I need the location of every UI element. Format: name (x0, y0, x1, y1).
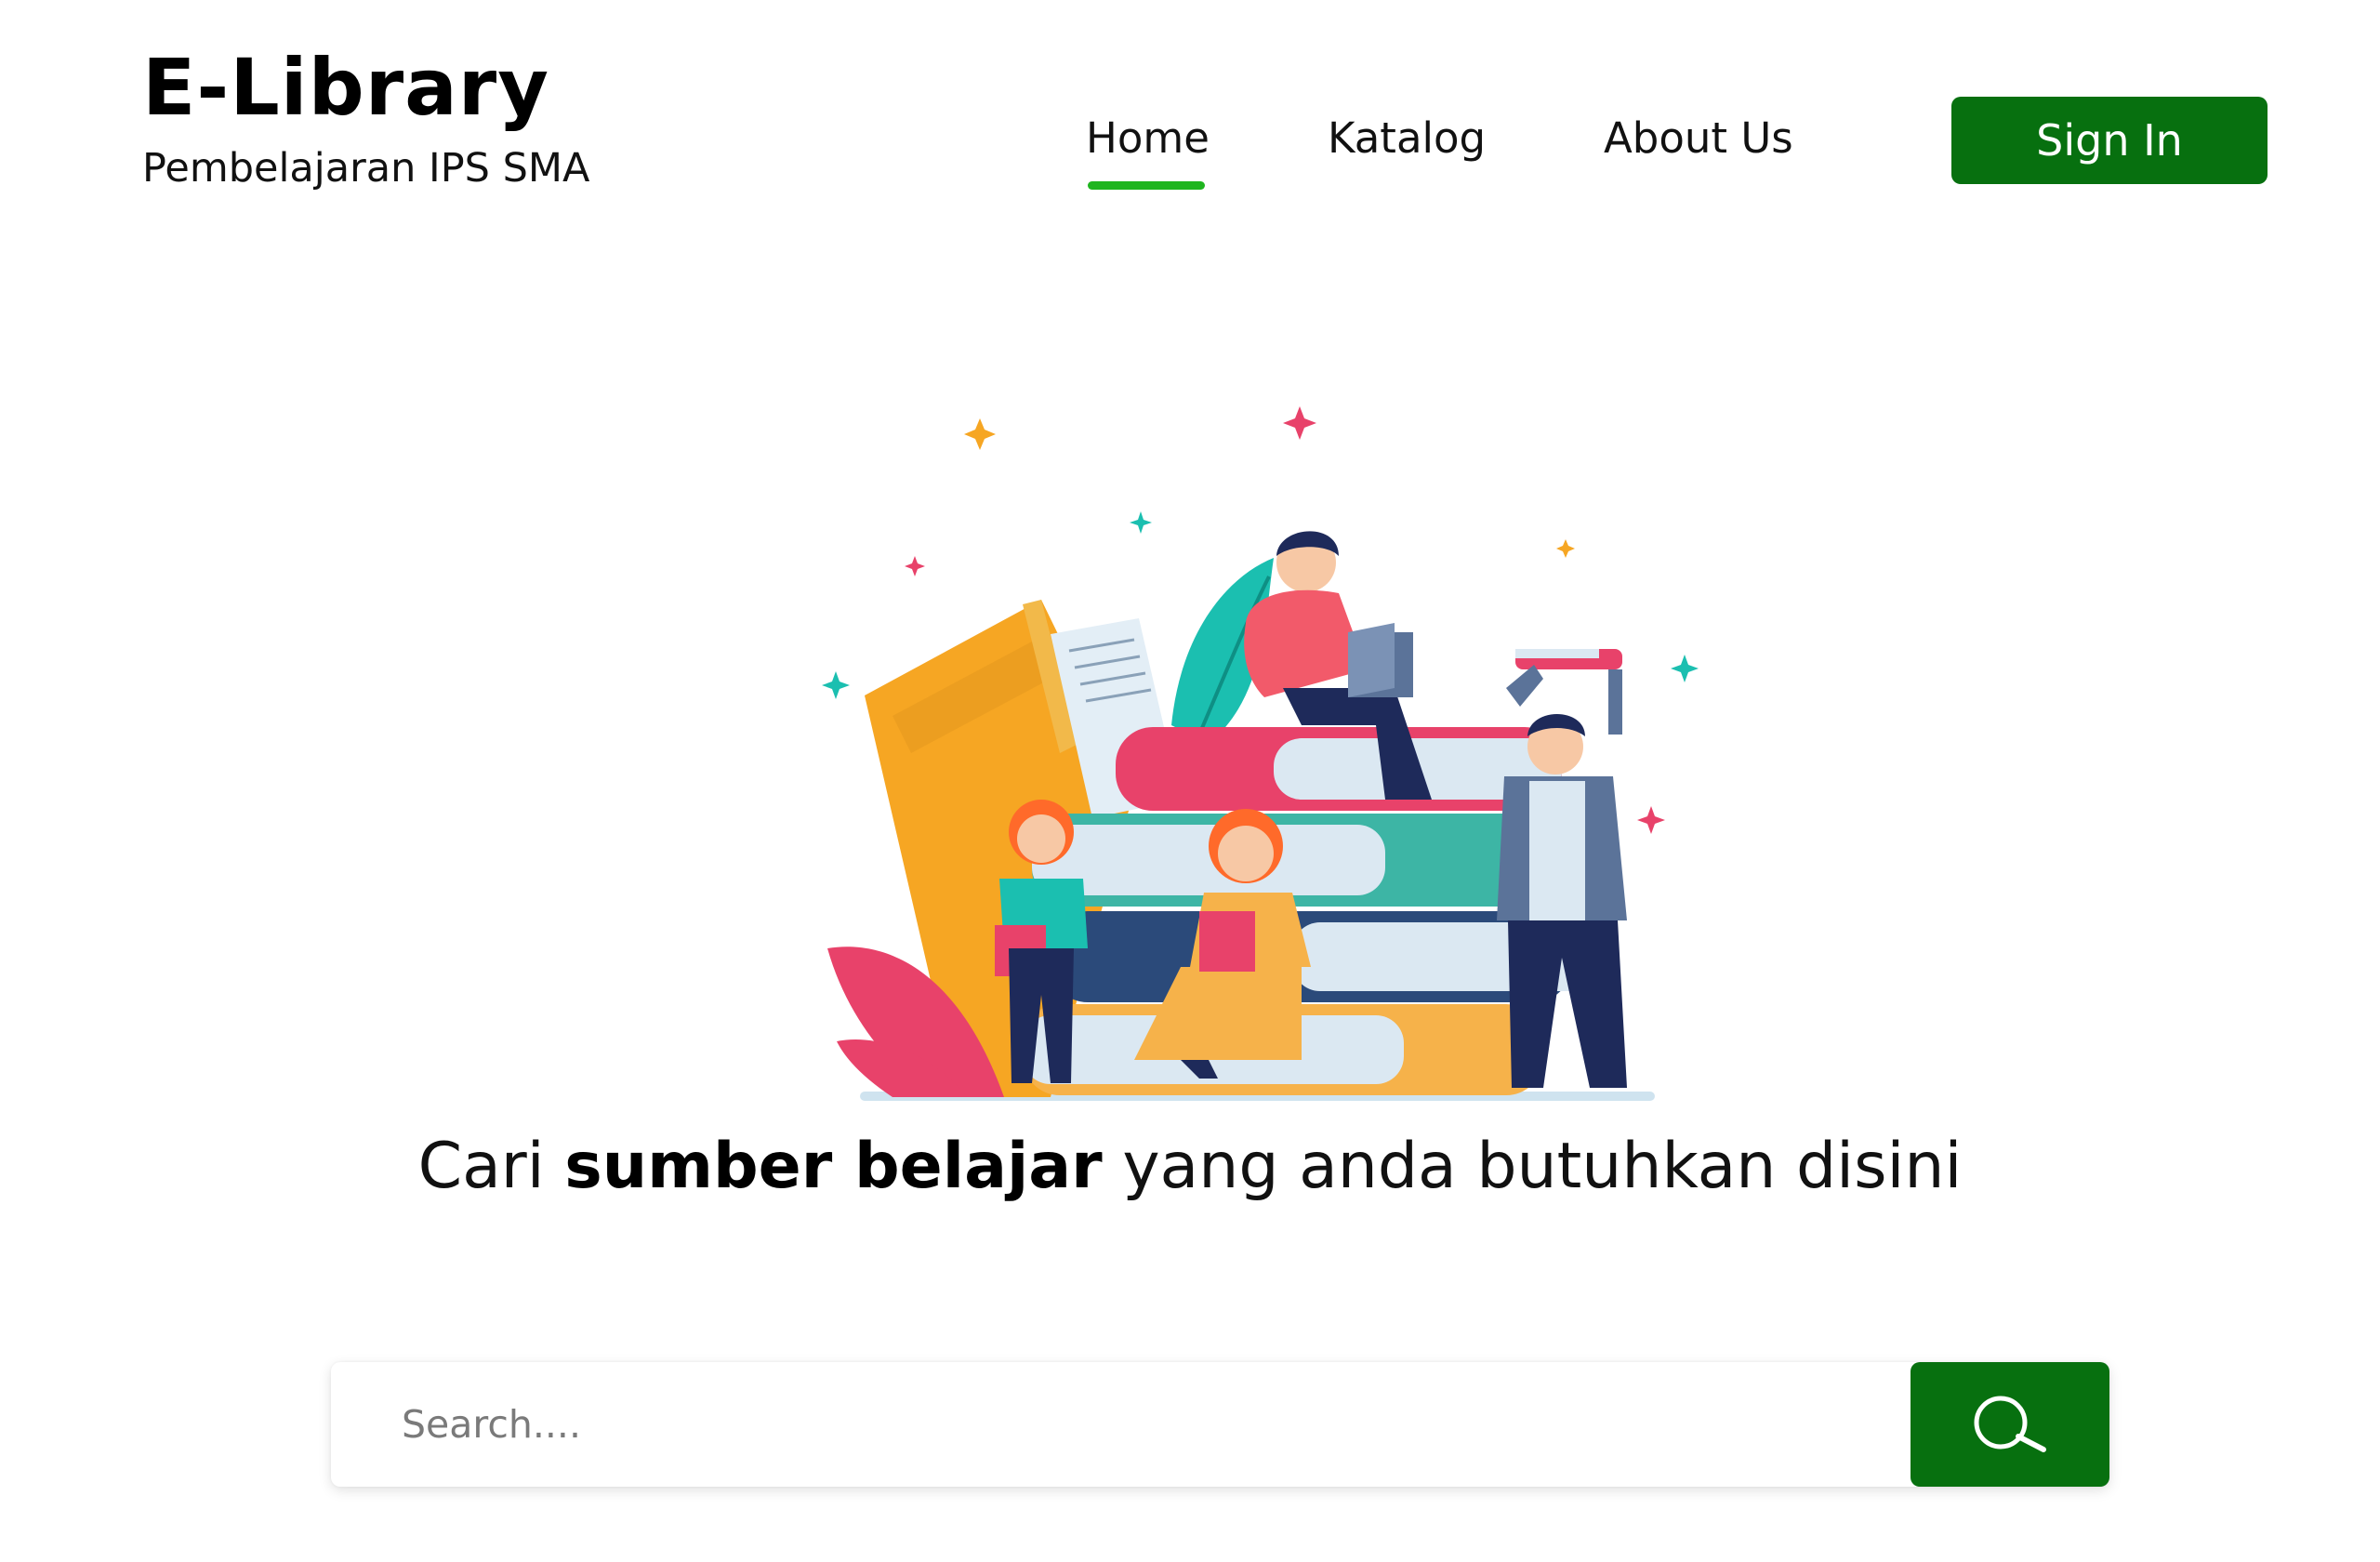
nav-katalog-link[interactable]: Katalog (1328, 113, 1486, 163)
search-button[interactable] (1911, 1362, 2109, 1487)
page: E-Library Pembelajaran IPS SMA Home Kata… (0, 0, 2380, 1562)
search-bar (331, 1362, 2109, 1487)
tagline-suffix: yang anda butuhkan disini (1102, 1130, 1963, 1203)
nav-active-indicator (1088, 181, 1205, 190)
hero-tagline: Cari sumber belajar yang anda butuhkan d… (0, 1130, 2380, 1203)
hero-illustration (822, 406, 1699, 1101)
brand-subtitle: Pembelajaran IPS SMA (142, 145, 590, 192)
brand-title: E-Library (142, 42, 549, 133)
search-input[interactable] (331, 1362, 1902, 1487)
standing-boy-illustration (1497, 649, 1627, 1088)
sign-in-button[interactable]: Sign In (1951, 97, 2268, 184)
tagline-prefix: Cari (417, 1130, 565, 1203)
search-icon (1974, 1396, 2046, 1452)
nav-home-link[interactable]: Home (1086, 113, 1210, 163)
brand: E-Library Pembelajaran IPS SMA (142, 48, 589, 189)
nav-about-link[interactable]: About Us (1604, 113, 1793, 163)
tagline-emphasis: sumber belajar (564, 1130, 1103, 1203)
